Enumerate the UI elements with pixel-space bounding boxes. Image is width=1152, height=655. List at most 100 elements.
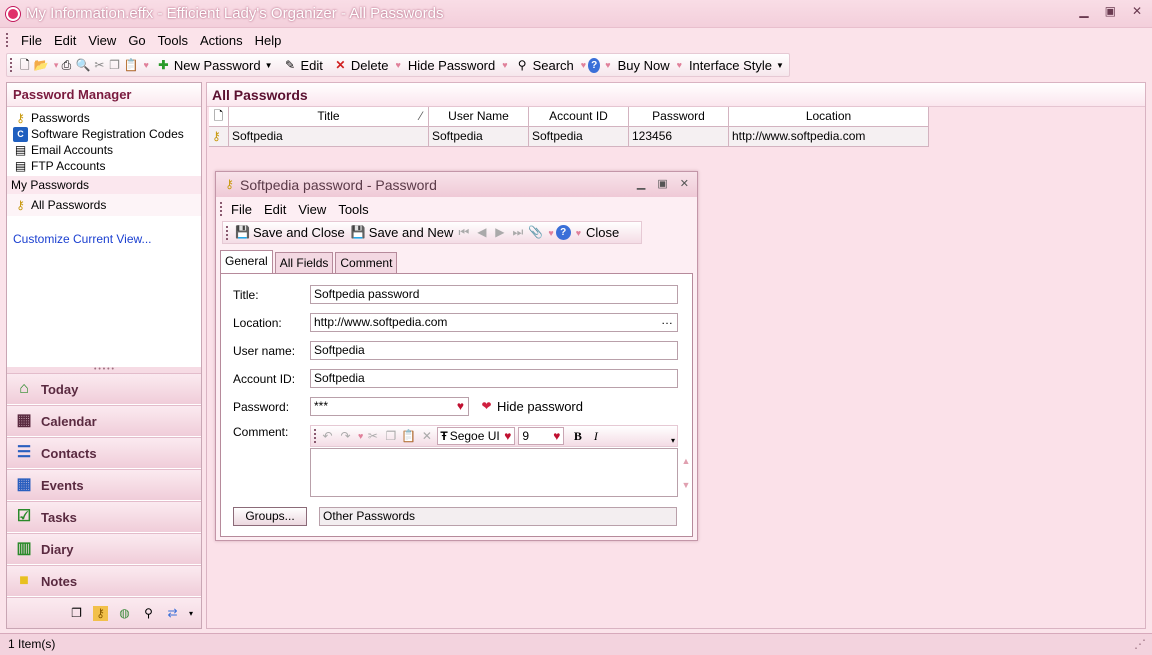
paste-icon[interactable]: 📋 <box>401 429 416 444</box>
tab-all-fields[interactable]: All Fields <box>274 252 334 273</box>
help-icon[interactable]: ? <box>588 57 601 73</box>
dialog-close-text-button[interactable]: Close <box>586 225 619 240</box>
paste-icon[interactable]: 📋 <box>124 58 139 73</box>
close-button[interactable]: ✕ <box>1132 4 1142 18</box>
password-small-icon[interactable]: ⚷ <box>92 605 108 621</box>
browse-ellipsis-button[interactable]: … <box>661 312 673 329</box>
username-field[interactable]: Softpedia <box>310 341 678 360</box>
notes-small-icon[interactable]: ❐ <box>69 606 84 621</box>
password-dropdown-icon[interactable]: ♥ <box>457 398 464 415</box>
print-preview-icon[interactable]: 🔍 <box>75 58 90 73</box>
globe-icon[interactable]: ◍ <box>117 606 132 621</box>
sidebar-item-ftp-accounts[interactable]: ▤ FTP Accounts <box>7 158 201 174</box>
customize-view-link[interactable]: Customize Current View... <box>7 232 201 246</box>
undo-icon[interactable]: ↶ <box>320 429 335 444</box>
dialog-menu-file[interactable]: File <box>231 202 252 217</box>
menu-edit[interactable]: Edit <box>54 33 76 48</box>
menu-actions[interactable]: Actions <box>200 33 243 48</box>
maximize-button[interactable]: ▣ <box>1105 4 1116 18</box>
column-title[interactable]: Title ⁄ <box>229 107 429 127</box>
table-row[interactable]: ⚷ Softpedia Softpedia Softpedia 123456 h… <box>209 127 929 147</box>
hide-password-link[interactable]: ❤ Hide password <box>479 399 583 414</box>
nav-events[interactable]: ▦ Events <box>7 469 201 500</box>
dialog-menu-tools[interactable]: Tools <box>338 202 368 217</box>
open-folder-icon[interactable]: 📂 <box>34 58 49 73</box>
menu-help[interactable]: Help <box>255 33 282 48</box>
cut-icon[interactable]: ✂ <box>93 58 105 73</box>
nav-calendar[interactable]: ▦ Calendar <box>7 405 201 436</box>
column-location[interactable]: Location <box>729 107 929 127</box>
account-id-field[interactable]: Softpedia <box>310 369 678 388</box>
dialog-menu-view[interactable]: View <box>298 202 326 217</box>
column-password[interactable]: Password <box>629 107 729 127</box>
column-account-id[interactable]: Account ID <box>529 107 629 127</box>
copy-icon[interactable]: ❐ <box>108 58 120 73</box>
print-icon[interactable]: ⎙ <box>60 58 72 73</box>
cut-icon[interactable]: ✂ <box>365 429 380 444</box>
sync-icon[interactable]: ⇄ <box>165 606 180 621</box>
italic-icon[interactable]: I <box>588 429 603 444</box>
nav-notes[interactable]: ■ Notes <box>7 565 201 596</box>
last-record-icon[interactable]: ⏭ <box>510 225 525 240</box>
save-close-button[interactable]: 💾 Save and Close <box>235 225 345 240</box>
dialog-help-icon[interactable]: ? <box>555 225 571 240</box>
new-document-icon[interactable]: 🗋 <box>19 58 31 73</box>
clear-icon[interactable]: ✕ <box>419 429 434 444</box>
cell-account-id: Softpedia <box>529 127 629 147</box>
dialog-menu-edit[interactable]: Edit <box>264 202 286 217</box>
copy-icon[interactable]: ❐ <box>383 429 398 444</box>
app-icon[interactable] <box>6 6 20 21</box>
save-icon: 💾 <box>235 225 250 239</box>
previous-record-icon[interactable]: ◀ <box>474 225 489 240</box>
sidebar-item-registration-codes[interactable]: C Software Registration Codes <box>7 126 201 142</box>
comment-scrollbar[interactable]: ▲ ▼ <box>679 449 693 498</box>
search-small-icon[interactable]: ⚲ <box>141 606 156 621</box>
sidebar-item-label: Passwords <box>31 111 90 125</box>
nav-diary[interactable]: ▥ Diary <box>7 533 201 564</box>
new-password-button[interactable]: ✚ New Password ▼ <box>156 58 272 73</box>
sidebar-item-email-accounts[interactable]: ▤ Email Accounts <box>7 142 201 158</box>
groups-button[interactable]: Groups... <box>233 507 307 526</box>
resize-grip-icon[interactable]: ⋰ <box>1134 634 1146 654</box>
buy-now-button[interactable]: Buy Now <box>618 58 670 73</box>
dialog-maximize-button[interactable]: ▣ <box>657 177 667 190</box>
first-record-icon[interactable]: ⏮ <box>456 225 471 240</box>
font-size-select[interactable]: 9 ♥ <box>518 427 565 445</box>
menu-file[interactable]: File <box>21 33 42 48</box>
edit-button[interactable]: ✎ Edit <box>282 58 323 73</box>
nav-contacts[interactable]: ☰ Contacts <box>7 437 201 468</box>
search-button[interactable]: ⚲ Search <box>515 58 574 73</box>
dialog-minimize-button[interactable]: ▁ <box>637 177 645 190</box>
next-record-icon[interactable]: ▶ <box>492 225 507 240</box>
tab-comment[interactable]: Comment <box>335 252 398 273</box>
nav-tasks[interactable]: ☑ Tasks <box>7 501 201 532</box>
menu-go[interactable]: Go <box>128 33 145 48</box>
toolbar-overflow-icon[interactable]: ▾ <box>671 436 675 445</box>
house-icon: ⌂ <box>19 380 29 397</box>
bold-icon[interactable]: B <box>570 429 585 444</box>
location-field[interactable]: http://www.softpedia.com… <box>310 313 678 332</box>
column-username[interactable]: User Name <box>429 107 529 127</box>
item-count: 1 Item(s) <box>8 637 56 651</box>
column-icon-header[interactable]: 🗋 <box>209 107 229 127</box>
comment-textarea[interactable]: ▲ ▼ <box>310 448 690 497</box>
redo-icon[interactable]: ↷ <box>338 429 353 444</box>
hide-password-button[interactable]: Hide Password <box>408 58 495 73</box>
password-field[interactable]: *** ♥ <box>310 397 469 416</box>
interface-style-button[interactable]: Interface Style ▼ <box>689 58 784 73</box>
menu-tools[interactable]: Tools <box>158 33 188 48</box>
more-nav-icon[interactable]: ▾ <box>189 609 193 618</box>
sidebar-item-label: Email Accounts <box>31 143 114 157</box>
tab-general[interactable]: General <box>220 250 273 273</box>
title-field[interactable]: Softpedia password <box>310 285 678 304</box>
font-family-select[interactable]: Ŧ Segoe UI ♥ <box>437 427 516 445</box>
minimize-button[interactable]: ▁ <box>1079 4 1088 18</box>
menu-view[interactable]: View <box>88 33 116 48</box>
sidebar-item-passwords[interactable]: ⚷ Passwords <box>7 110 201 126</box>
save-new-button[interactable]: 💾 Save and New <box>351 225 454 240</box>
delete-button[interactable]: ✕ Delete <box>333 58 388 73</box>
sidebar-item-all-passwords[interactable]: ⚷ All Passwords <box>7 194 201 216</box>
nav-today[interactable]: ⌂ Today <box>7 373 201 404</box>
dialog-close-button[interactable]: ✕ <box>680 177 689 190</box>
attach-icon[interactable]: 📎 <box>528 225 543 240</box>
